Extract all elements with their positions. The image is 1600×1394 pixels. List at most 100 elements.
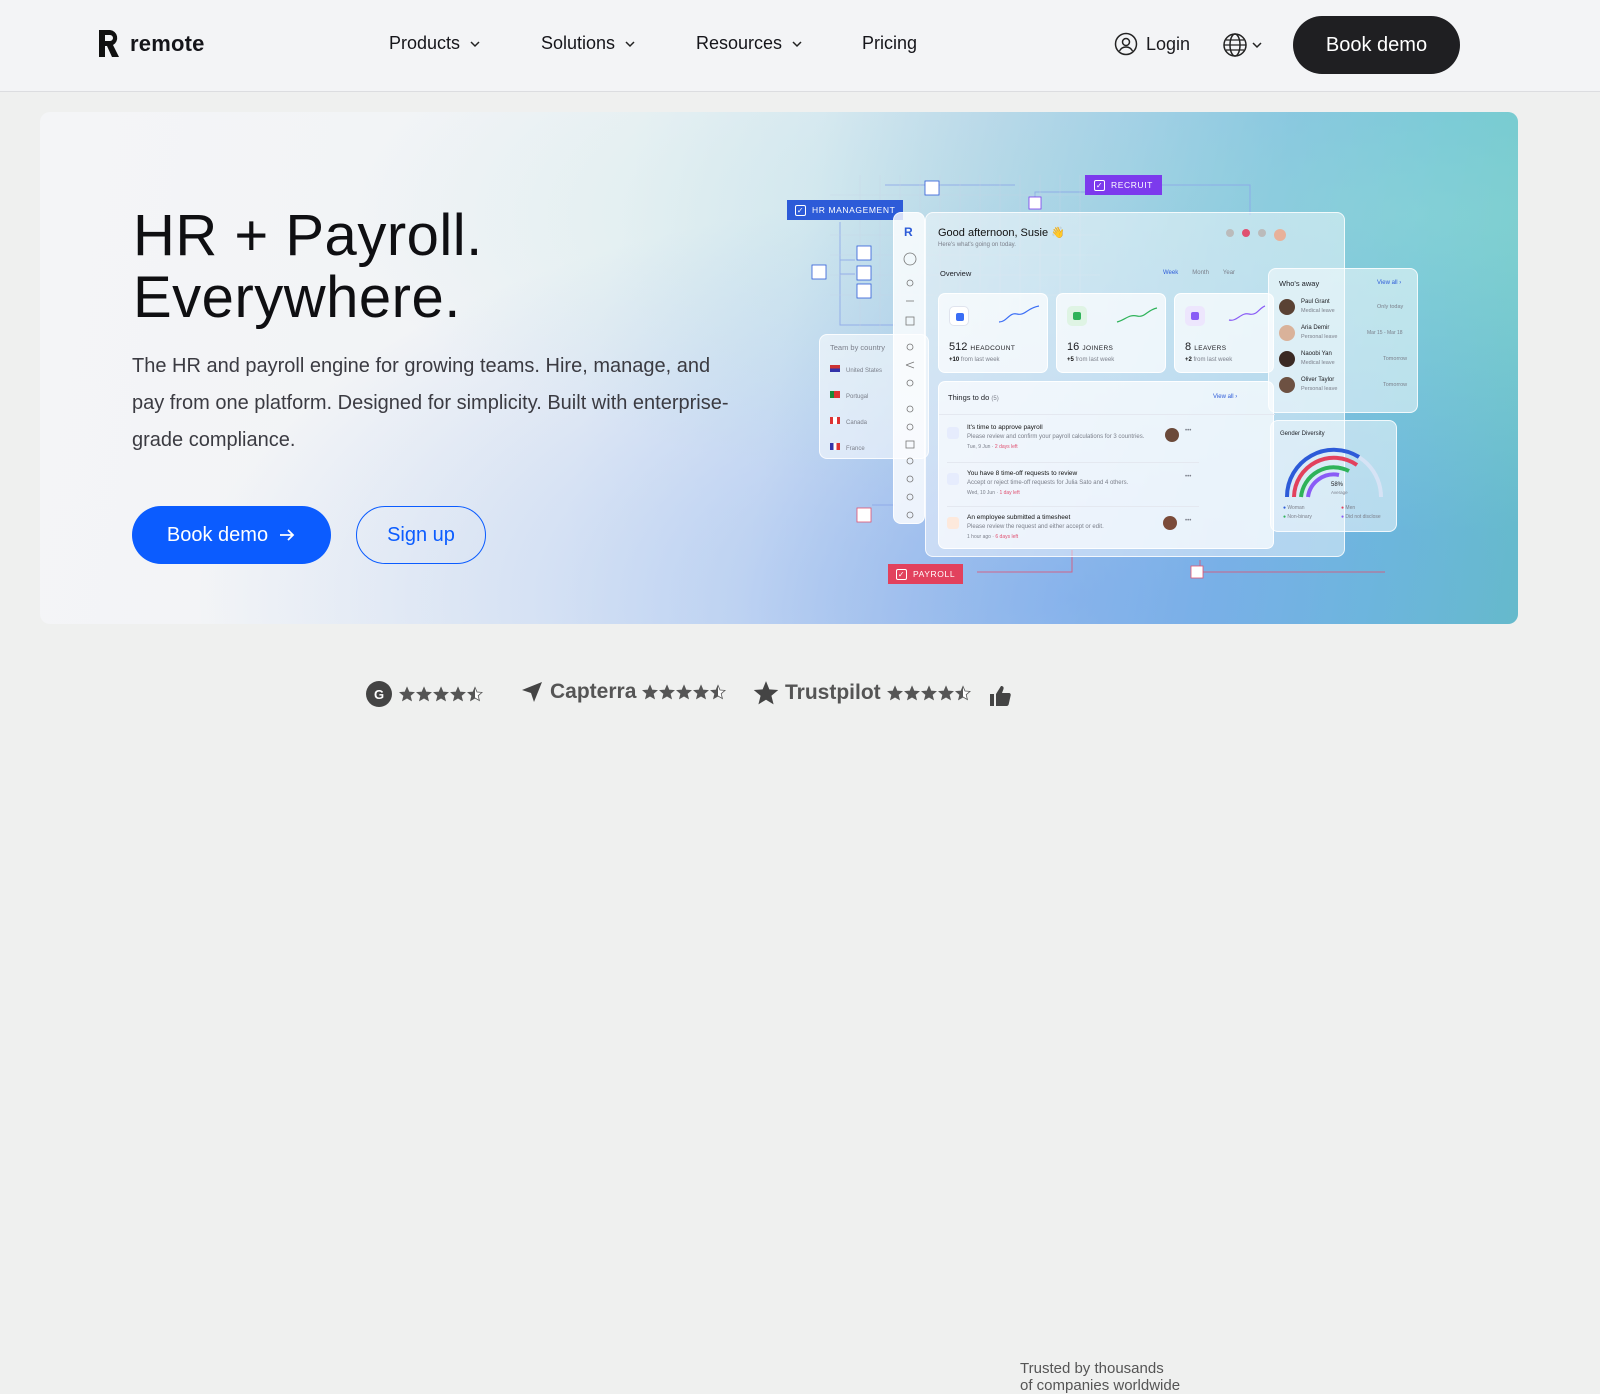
- timesheet-icon: [947, 517, 959, 529]
- divider: [947, 506, 1199, 507]
- trusted-line2: of companies worldwide: [1020, 1377, 1181, 1394]
- leavers-icon: [1185, 306, 1205, 326]
- todo-item-due: 1 day left: [999, 490, 1020, 496]
- leavers-sparkline: [1228, 305, 1266, 321]
- overview-label: Overview: [940, 269, 972, 278]
- todo-item-date: Tue, 9 Jun: [967, 444, 991, 450]
- legend-label: Men: [1345, 505, 1356, 511]
- product-dashboard-illustration: ✓ HR MANAGEMENT ✓ RECRUIT ✓ PAYROLL Team by…: [0, 0, 1600, 784]
- stat-note: from last week: [960, 357, 1000, 363]
- away-name: Oliver Taylor: [1301, 377, 1335, 383]
- payroll-tag: ✓ PAYROLL: [888, 564, 964, 584]
- period-tab[interactable]: Month: [1192, 270, 1209, 276]
- check-icon: ✓: [896, 568, 907, 580]
- stat-label: LEAVERS: [1194, 345, 1227, 352]
- things-to-do-title: Things to do (5): [948, 393, 999, 402]
- away-type: Personal leave: [1301, 386, 1338, 392]
- payroll-label: PAYROLL: [913, 569, 956, 579]
- greeting-title: Good afternoon, Susie 👋: [938, 227, 1065, 239]
- trusted-line1: Trusted by thousands: [1020, 1360, 1164, 1377]
- avatar: [1163, 516, 1177, 530]
- headcount-sparkline: [998, 305, 1040, 323]
- gender-diversity-title: Gender Diversity: [1280, 431, 1325, 437]
- away-when: Tomorrow: [1383, 382, 1408, 388]
- legend-item: ● Did not disclose: [1341, 514, 1381, 520]
- country-name: France: [846, 446, 865, 452]
- avatar: [1165, 428, 1179, 442]
- stat-note: from last week: [1075, 357, 1115, 363]
- stat-card-joiners: 16 JOINERS +5 from last week: [1056, 293, 1166, 373]
- avatar: [1279, 299, 1295, 315]
- view-all-link[interactable]: View all ›: [1377, 280, 1401, 286]
- stat-delta: +5: [1067, 357, 1074, 363]
- legend-label: Non-binary: [1287, 514, 1312, 520]
- stat-value-number: 512: [949, 341, 968, 353]
- legend-item: ● Men: [1341, 505, 1356, 511]
- away-name: Naoobi Yan: [1301, 351, 1332, 357]
- stat-card-headcount: 512 HEADCOUNT +10 from last week: [938, 293, 1048, 373]
- todo-item-due: 2 days left: [994, 444, 1018, 450]
- hr-management-tag: ✓ HR MANAGEMENT: [787, 200, 904, 220]
- hr-management-label: HR MANAGEMENT: [812, 205, 896, 215]
- avatar: [1279, 377, 1295, 393]
- view-all-label: View all: [1213, 394, 1234, 400]
- stat-card-leavers: 8 LEAVERS +2 from last week: [1174, 293, 1274, 373]
- time-off-icon: [947, 473, 959, 485]
- country-item: Canada: [830, 417, 867, 426]
- gender-sub: Average: [1331, 490, 1348, 495]
- stat-value: 16 JOINERS: [1067, 341, 1113, 353]
- stat-label: HEADCOUNT: [970, 345, 1016, 352]
- more-icon[interactable]: •••: [1185, 474, 1191, 480]
- todo-item[interactable]: An employee submitted a timesheet Please…: [947, 514, 1257, 550]
- whos-away-title: Who's away: [1279, 279, 1320, 288]
- more-icon[interactable]: •••: [1185, 428, 1191, 434]
- away-item: Paul Grant Medical leave Only today: [1279, 299, 1414, 319]
- gender-pct: 58%: [1331, 482, 1344, 488]
- whos-away-panel: Who's away View all › Paul Grant Medical …: [1268, 268, 1418, 413]
- todo-item-desc: Accept or reject time-off requests for J…: [967, 480, 1129, 486]
- avatar: [1279, 325, 1295, 341]
- legend-label: Did not disclose: [1345, 514, 1381, 520]
- headcount-icon: [949, 306, 969, 326]
- recruit-tag: ✓ RECRUIT: [1085, 175, 1162, 195]
- country-item: Portugal: [830, 391, 868, 400]
- things-to-do-panel: Things to do (5) View all › It's time to…: [938, 381, 1275, 550]
- todo-item-due: 6 days left: [995, 534, 1019, 540]
- away-when: Mar 15 - Mar 18: [1367, 330, 1403, 336]
- stat-value-number: 16: [1067, 341, 1080, 353]
- more-icon[interactable]: •••: [1185, 518, 1191, 524]
- country-item: France: [830, 443, 865, 452]
- country-name: Canada: [846, 420, 868, 426]
- away-item: Naoobi Yan Medical leave Tomorrow: [1279, 351, 1414, 371]
- stat-value: 8 LEAVERS: [1185, 341, 1227, 353]
- stat-value-number: 8: [1185, 341, 1192, 353]
- period-tab[interactable]: Week: [1163, 270, 1178, 276]
- todo-item-date: Wed, 10 Jun: [967, 490, 995, 496]
- sidebar-icons: [903, 252, 917, 519]
- payroll-icon: [947, 427, 959, 439]
- stat-delta: +2: [1185, 357, 1192, 363]
- country-name: Portugal: [846, 394, 869, 400]
- divider: [939, 414, 1275, 415]
- away-name: Aria Demir: [1301, 325, 1330, 331]
- todo-item[interactable]: It's time to approve payroll Please revi…: [947, 424, 1257, 460]
- joiners-sparkline: [1116, 307, 1158, 323]
- period-tabs: Week Month Year: [1163, 270, 1235, 276]
- away-name: Paul Grant: [1301, 299, 1330, 305]
- away-item: Aria Demir Personal leave Mar 15 - Mar 18: [1279, 325, 1414, 345]
- period-tab[interactable]: Year: [1223, 270, 1235, 276]
- todo-item-desc: Please review and confirm your payroll c…: [967, 434, 1145, 440]
- country-item: United States: [830, 365, 882, 374]
- away-type: Medical leave: [1301, 308, 1335, 314]
- legend-label: Woman: [1287, 505, 1305, 511]
- gender-legend: ● Woman ● Men ● Non-binary ● Did not dis…: [1283, 505, 1399, 520]
- check-icon: ✓: [795, 204, 806, 216]
- away-when: Tomorrow: [1383, 356, 1408, 362]
- todo-item-title: An employee submitted a timesheet: [967, 514, 1071, 521]
- legend-item: ● Woman: [1283, 505, 1305, 511]
- app-sidebar: R: [893, 212, 925, 524]
- view-all-link[interactable]: View all ›: [1213, 394, 1237, 400]
- check-icon: ✓: [1094, 179, 1105, 191]
- window-controls: [1226, 229, 1286, 241]
- todo-item[interactable]: You have 8 time-off requests to review A…: [947, 470, 1257, 506]
